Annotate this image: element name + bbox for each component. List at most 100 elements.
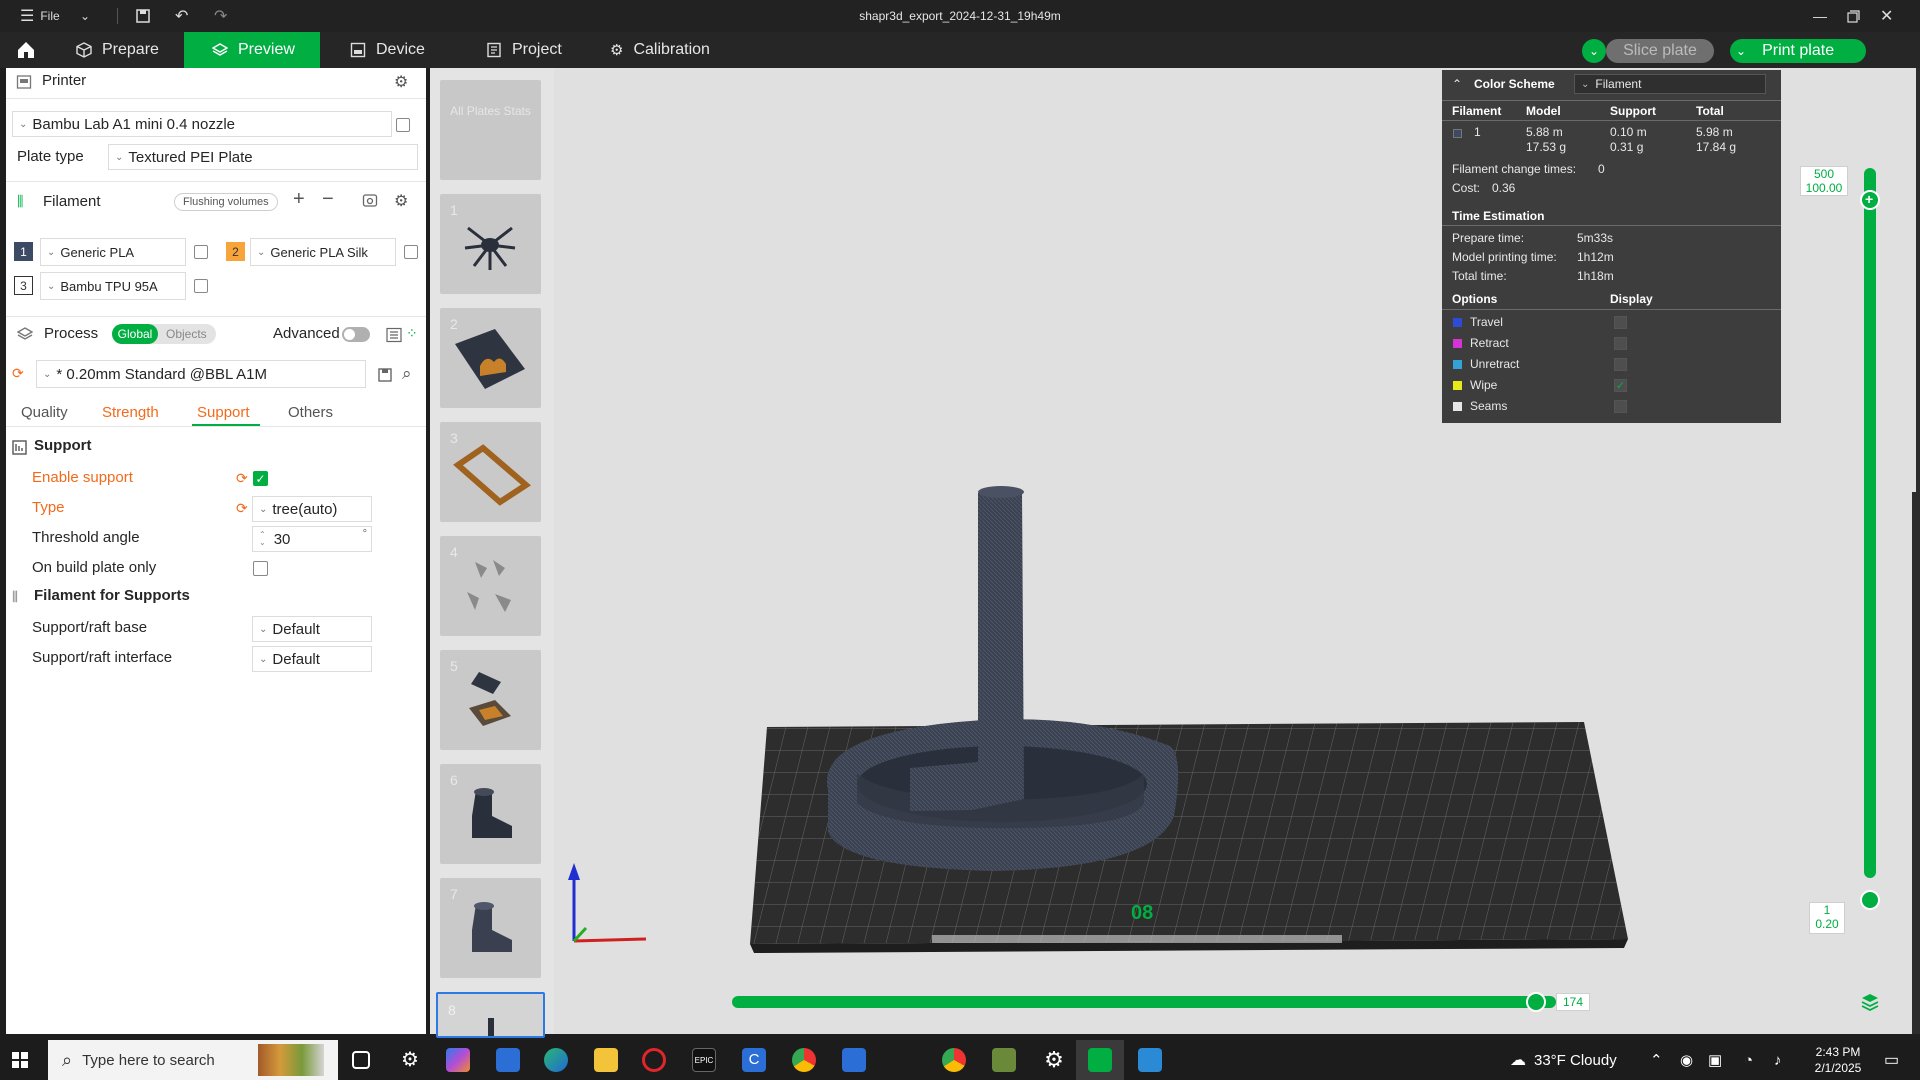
save-preset-icon[interactable] — [378, 368, 392, 382]
collapse-icon[interactable]: ⌃ — [1452, 77, 1462, 91]
advanced-toggle[interactable] — [342, 327, 370, 342]
show-hidden-icons[interactable]: ⌃ — [1650, 1040, 1663, 1080]
move-slider-handle[interactable] — [1526, 992, 1546, 1012]
flushing-volumes-button[interactable]: Flushing volumes — [174, 193, 278, 211]
save-icon[interactable] — [136, 0, 150, 32]
copilot-icon[interactable] — [446, 1048, 470, 1072]
chevron-down-icon[interactable]: ⌄ — [80, 0, 90, 32]
undo-icon[interactable]: ↶ — [175, 0, 188, 32]
compare-icon[interactable]: ⁘ — [406, 325, 418, 342]
tab-project[interactable]: Project — [472, 32, 582, 68]
notifications-icon[interactable]: ▭ — [1884, 1040, 1899, 1080]
reset-icon[interactable]: ⟳ — [236, 470, 248, 487]
filament-select-1[interactable]: ⌄ Generic PLA — [40, 238, 186, 266]
chrome-icon[interactable] — [792, 1048, 816, 1072]
layers-icon[interactable] — [1860, 992, 1880, 1017]
edit-icon[interactable] — [404, 245, 418, 259]
widgets-icon[interactable]: ⚙ — [398, 1048, 422, 1072]
tab-prepare[interactable]: Prepare — [62, 32, 182, 68]
tab-preview[interactable]: Preview — [184, 32, 320, 68]
printer-settings-icon[interactable]: ⚙ — [394, 72, 408, 92]
tab-support[interactable]: Support — [197, 404, 250, 421]
meet-icon[interactable]: ▣ — [1708, 1040, 1722, 1080]
clock[interactable]: 2:43 PM 2/1/2025 — [1806, 1040, 1870, 1080]
move-slider-track[interactable] — [732, 996, 1556, 1008]
epic-games-icon[interactable]: EPIC — [692, 1048, 716, 1072]
global-toggle[interactable]: Global — [112, 324, 158, 344]
bottom-layer-handle[interactable] — [1860, 890, 1880, 910]
file-explorer-icon[interactable] — [594, 1048, 618, 1072]
task-view-icon[interactable] — [352, 1051, 370, 1069]
reset-icon[interactable]: ⟳ — [236, 500, 248, 517]
support-type-select[interactable]: ⌄ tree(auto) — [252, 496, 372, 522]
plate-thumbnail-7[interactable]: 7 — [440, 878, 541, 978]
tab-device[interactable]: Device — [336, 32, 446, 68]
all-plates-stats-thumbnail[interactable]: All Plates Stats — [440, 80, 541, 180]
home-button[interactable] — [0, 32, 52, 68]
unretract-display-checkbox[interactable] — [1614, 358, 1627, 371]
store-icon[interactable] — [496, 1048, 520, 1072]
close-icon[interactable]: ✕ — [1880, 0, 1893, 32]
3d-viewport[interactable]: 08 ⌃ Color Scheme ⌄ Filament Filament Mo… — [554, 68, 1916, 1034]
plate-type-select[interactable]: ⌄ Textured PEI Plate — [108, 144, 418, 170]
process-preset-select[interactable]: ⌄ * 0.20mm Standard @BBL A1M — [36, 360, 366, 388]
tab-strength[interactable]: Strength — [102, 404, 159, 421]
filament-settings-icon[interactable]: ⚙ — [394, 191, 408, 211]
plate-thumbnail-5[interactable]: 5 — [440, 650, 541, 750]
edge-icon[interactable] — [544, 1048, 568, 1072]
plate-thumbnail-2[interactable]: 2 — [440, 308, 541, 408]
tab-calibration[interactable]: ⚙ Calibration — [596, 32, 736, 68]
tab-quality[interactable]: Quality — [21, 404, 68, 421]
filament-select-3[interactable]: ⌄ Bambu TPU 95A — [40, 272, 186, 300]
chrome-profile-icon[interactable] — [942, 1048, 966, 1072]
seams-display-checkbox[interactable] — [1614, 400, 1627, 413]
scrollbar[interactable] — [1912, 492, 1916, 1034]
retract-display-checkbox[interactable] — [1614, 337, 1627, 350]
slice-options-button[interactable]: ⌄ — [1582, 39, 1606, 63]
filament-swatch-1[interactable]: 1 — [14, 242, 33, 261]
shapr3d-icon[interactable] — [1138, 1048, 1162, 1072]
list-view-icon[interactable] — [386, 327, 402, 343]
threshold-angle-input[interactable]: ⌃ ⌄ 30 ° — [252, 526, 372, 552]
edit-icon[interactable] — [194, 279, 208, 293]
opera-icon[interactable] — [642, 1048, 666, 1072]
tab-others[interactable]: Others — [288, 404, 333, 421]
printer-select[interactable]: ⌄ Bambu Lab A1 mini 0.4 nozzle — [12, 111, 392, 137]
add-filament-button[interactable]: + — [293, 188, 305, 211]
maximize-icon[interactable] — [1847, 0, 1860, 32]
minecraft-icon[interactable] — [992, 1048, 1016, 1072]
layer-slider-track[interactable] — [1864, 168, 1876, 878]
plate-thumbnail-4[interactable]: 4 — [440, 536, 541, 636]
app-c-icon[interactable]: C — [742, 1048, 766, 1072]
slice-plate-button[interactable]: Slice plate — [1606, 39, 1714, 63]
search-icon[interactable]: ⌕ — [402, 364, 412, 384]
wifi-icon[interactable]: ◔ — [1744, 1040, 1753, 1080]
travel-display-checkbox[interactable] — [1614, 316, 1627, 329]
support-base-select[interactable]: ⌄ Default — [252, 616, 372, 642]
settings-icon[interactable]: ⚙ — [1042, 1048, 1066, 1072]
edit-icon[interactable] — [194, 245, 208, 259]
file-menu[interactable]: ☰ File — [20, 0, 60, 32]
remove-filament-button[interactable]: − — [322, 188, 334, 211]
filament-swatch-3[interactable]: 3 — [14, 276, 33, 295]
plate-thumbnail-1[interactable]: 1 — [440, 194, 541, 294]
color-scheme-select[interactable]: ⌄ Filament — [1574, 74, 1766, 94]
wipe-display-checkbox[interactable]: ✓ — [1614, 379, 1627, 392]
plate-thumbnail-6[interactable]: 6 — [440, 764, 541, 864]
edit-icon[interactable] — [396, 118, 410, 132]
weather-widget[interactable]: ☁ 33°F Cloudy — [1510, 1040, 1617, 1080]
redo-icon[interactable]: ↷ — [214, 0, 227, 32]
support-interface-select[interactable]: ⌄ Default — [252, 646, 372, 672]
filament-select-2[interactable]: ⌄ Generic PLA Silk — [250, 238, 396, 266]
top-layer-handle[interactable]: + — [1860, 190, 1880, 210]
ams-sync-icon[interactable] — [362, 192, 378, 208]
stepper-icon[interactable]: ⌃ ⌄ — [259, 531, 266, 547]
print-plate-button[interactable]: ⌄ Print plate — [1730, 39, 1866, 63]
windows-start-icon[interactable] — [12, 1052, 28, 1072]
minimize-icon[interactable]: — — [1813, 0, 1827, 32]
objects-toggle[interactable]: Objects — [166, 327, 207, 341]
build-plate-only-checkbox[interactable] — [253, 561, 268, 576]
app-blue-icon[interactable] — [842, 1048, 866, 1072]
volume-icon[interactable]: ♪ — [1774, 1040, 1782, 1080]
bambu-studio-icon[interactable] — [1088, 1048, 1112, 1072]
